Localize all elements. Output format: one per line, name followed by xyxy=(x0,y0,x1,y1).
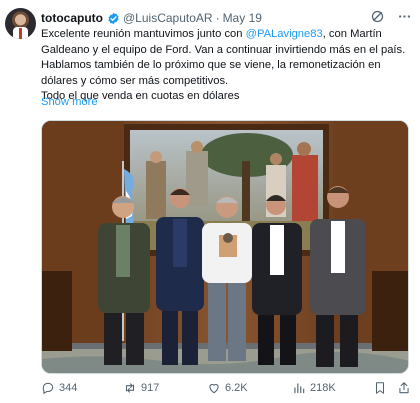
tweet-text-line: Excelente reunión mantuvimos junto con @… xyxy=(41,28,382,40)
like-icon xyxy=(209,384,219,394)
verified-badge-icon xyxy=(108,12,119,24)
grok-icon[interactable] xyxy=(370,9,385,24)
header-icons xyxy=(370,9,412,24)
separator: · xyxy=(215,11,220,25)
photo-scene xyxy=(42,121,408,373)
share-button[interactable] xyxy=(397,381,411,395)
tweet-text-line: Galdeano y el equipo de Ford. Van a cont… xyxy=(41,43,406,56)
views-icon xyxy=(294,383,305,394)
views-count: 218K xyxy=(310,382,336,394)
share-icon xyxy=(399,382,409,394)
tweet-actions: 344 917 6.2K 218K xyxy=(41,381,413,397)
retweet-button[interactable]: 917 xyxy=(123,381,159,395)
tweet-text: Excelente reunión mantuvimos junto con @… xyxy=(41,27,411,105)
reply-icon xyxy=(42,382,54,395)
display-name[interactable]: totocaputo xyxy=(41,11,103,25)
mention-link[interactable]: @PALavigne83 xyxy=(246,28,323,40)
tweet-date[interactable]: May 19 xyxy=(223,11,262,25)
tweet-text-line: Hablamos también de lo próximo que se vi… xyxy=(41,59,381,71)
like-button[interactable]: 6.2K xyxy=(207,381,248,395)
views-button[interactable]: 218K xyxy=(292,381,336,395)
tweet-header: totocaputo @LuisCaputoAR · May 19 xyxy=(41,9,262,27)
bookmark-button[interactable] xyxy=(373,381,387,395)
bookmark-icon xyxy=(375,382,385,394)
more-icon[interactable] xyxy=(397,9,412,24)
handle[interactable]: @LuisCaputoAR xyxy=(123,11,213,25)
avatar[interactable] xyxy=(5,8,36,39)
tweet-photo[interactable] xyxy=(41,120,409,374)
retweet-count: 917 xyxy=(141,382,160,394)
tweet[interactable]: totocaputo @LuisCaputoAR · May 19 Excele… xyxy=(0,0,420,403)
show-more-link[interactable]: Show more xyxy=(41,96,98,108)
reply-button[interactable]: 344 xyxy=(41,381,77,395)
reply-count: 344 xyxy=(59,382,78,394)
like-count: 6.2K xyxy=(225,382,248,394)
tweet-text-line: dólares y cómo ser más competitivos. xyxy=(41,74,229,87)
retweet-icon xyxy=(125,383,135,393)
